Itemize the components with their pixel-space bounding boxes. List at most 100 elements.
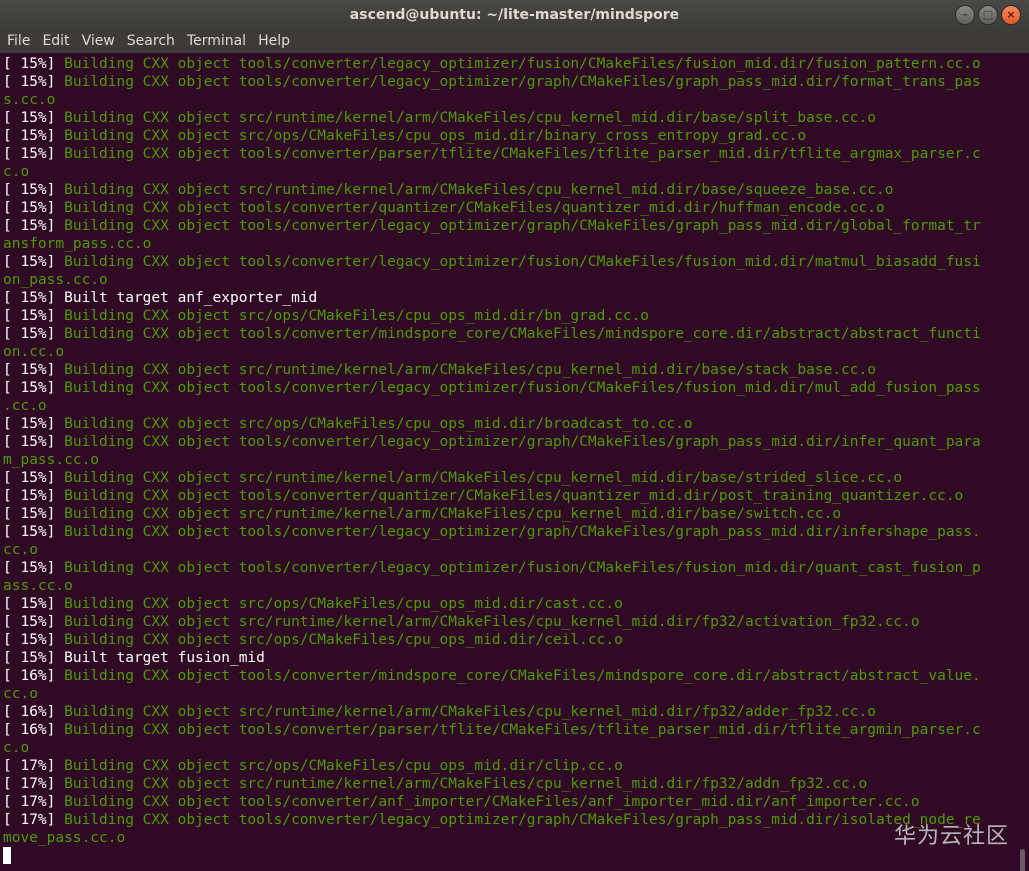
terminal-line: on_pass.cc.o: [3, 271, 1017, 289]
terminal-line: [ 16%] Building CXX object src/runtime/k…: [3, 703, 1017, 721]
terminal-line: move_pass.cc.o: [3, 829, 1017, 847]
terminal-line: [ 15%] Building CXX object src/ops/CMake…: [3, 595, 1017, 613]
minimize-button[interactable]: –: [955, 5, 975, 25]
progress-percent: [ 15%]: [3, 560, 65, 576]
progress-percent: [ 15%]: [3, 380, 65, 396]
line-text: Building CXX object src/runtime/kernel/a…: [64, 776, 868, 792]
terminal-line: [ 15%] Building CXX object src/runtime/k…: [3, 469, 1017, 487]
menu-view[interactable]: View: [75, 30, 120, 53]
terminal-line: [ 15%] Building CXX object tools/convert…: [3, 217, 1017, 235]
progress-percent: [ 15%]: [3, 614, 65, 630]
line-text: Building CXX object src/runtime/kernel/a…: [64, 182, 894, 198]
terminal-line: c.o: [3, 739, 1017, 757]
line-text: Built target anf_exporter_mid: [64, 290, 318, 306]
line-text: Building CXX object src/runtime/kernel/a…: [64, 110, 876, 126]
terminal-line: c.o: [3, 163, 1017, 181]
line-text: Building CXX object tools/converter/lega…: [64, 524, 981, 540]
line-text: move_pass.cc.o: [3, 830, 126, 846]
progress-percent: [ 15%]: [3, 56, 65, 72]
terminal-line: [ 15%] Building CXX object tools/convert…: [3, 379, 1017, 397]
progress-percent: [ 16%]: [3, 704, 65, 720]
close-button[interactable]: ×: [1001, 5, 1021, 25]
progress-percent: [ 15%]: [3, 488, 65, 504]
line-text: .cc.o: [3, 398, 47, 414]
progress-percent: [ 15%]: [3, 74, 65, 90]
text-cursor: [3, 847, 11, 864]
scrollbar[interactable]: [1014, 55, 1029, 871]
terminal-line: [ 15%] Building CXX object src/ops/CMake…: [3, 307, 1017, 325]
progress-percent: [ 15%]: [3, 434, 65, 450]
line-text: ass.cc.o: [3, 578, 73, 594]
terminal-output[interactable]: [ 15%] Building CXX object tools/convert…: [0, 55, 1017, 871]
line-text: Building CXX object src/runtime/kernel/a…: [64, 470, 903, 486]
line-text: Building CXX object tools/converter/lega…: [64, 218, 981, 234]
menu-search[interactable]: Search: [120, 30, 180, 53]
terminal-line: [ 15%] Building CXX object tools/convert…: [3, 199, 1017, 217]
progress-percent: [ 17%]: [3, 794, 65, 810]
terminal-line: [ 15%] Building CXX object src/ops/CMake…: [3, 127, 1017, 145]
terminal-line: [ 17%] Building CXX object src/runtime/k…: [3, 775, 1017, 793]
line-text: Building CXX object src/ops/CMakeFiles/c…: [64, 632, 623, 648]
line-text: Building CXX object src/ops/CMakeFiles/c…: [64, 758, 623, 774]
line-text: ansform_pass.cc.o: [3, 236, 152, 252]
progress-percent: [ 15%]: [3, 182, 65, 198]
menu-terminal[interactable]: Terminal: [180, 30, 251, 53]
line-text: Building CXX object tools/converter/lega…: [64, 380, 981, 396]
window-title: ascend@ubuntu: ~/lite-master/mindspore: [349, 7, 680, 23]
line-text: Building CXX object tools/converter/mind…: [64, 668, 981, 684]
line-text: cc.o: [3, 686, 38, 702]
terminal-line: [ 15%] Building CXX object tools/convert…: [3, 487, 1017, 505]
progress-percent: [ 15%]: [3, 632, 65, 648]
line-text: on_pass.cc.o: [3, 272, 108, 288]
progress-percent: [ 15%]: [3, 308, 65, 324]
progress-percent: [ 15%]: [3, 524, 65, 540]
line-text: c.o: [3, 740, 30, 756]
progress-percent: [ 17%]: [3, 812, 65, 828]
line-text: Building CXX object tools/converter/pars…: [64, 722, 981, 738]
line-text: Building CXX object tools/converter/lega…: [64, 812, 981, 828]
terminal-line: [ 16%] Building CXX object tools/convert…: [3, 667, 1017, 685]
line-text: on.cc.o: [3, 344, 65, 360]
line-text: m_pass.cc.o: [3, 452, 100, 468]
line-text: Building CXX object src/ops/CMakeFiles/c…: [64, 416, 693, 432]
terminal-line: cc.o: [3, 541, 1017, 559]
terminal-line: [ 15%] Building CXX object src/runtime/k…: [3, 109, 1017, 127]
progress-percent: [ 15%]: [3, 110, 65, 126]
line-text: Built target fusion_mid: [64, 650, 265, 666]
terminal-line: [ 15%] Building CXX object tools/convert…: [3, 559, 1017, 577]
line-text: Building CXX object src/ops/CMakeFiles/c…: [64, 596, 623, 612]
progress-percent: [ 16%]: [3, 722, 65, 738]
progress-percent: [ 15%]: [3, 506, 65, 522]
terminal-line: [ 15%] Building CXX object src/runtime/k…: [3, 613, 1017, 631]
progress-percent: [ 17%]: [3, 758, 65, 774]
progress-percent: [ 15%]: [3, 218, 65, 234]
menu-file[interactable]: File: [0, 30, 35, 53]
terminal-line: [ 15%] Built target fusion_mid: [3, 649, 1017, 667]
terminal-line: [ 15%] Building CXX object src/runtime/k…: [3, 181, 1017, 199]
title-bar[interactable]: ascend@ubuntu: ~/lite-master/mindspore –…: [0, 0, 1029, 30]
progress-percent: [ 15%]: [3, 290, 65, 306]
progress-percent: [ 15%]: [3, 254, 65, 270]
maximize-button[interactable]: □: [978, 5, 998, 25]
terminal-line: ass.cc.o: [3, 577, 1017, 595]
terminal-line: [ 17%] Building CXX object tools/convert…: [3, 811, 1017, 829]
menu-help[interactable]: Help: [251, 30, 295, 53]
terminal-line: cc.o: [3, 685, 1017, 703]
menu-edit[interactable]: Edit: [35, 30, 74, 53]
line-text: Building CXX object tools/converter/lega…: [64, 254, 981, 270]
terminal-line: [ 15%] Building CXX object tools/convert…: [3, 433, 1017, 451]
progress-percent: [ 15%]: [3, 362, 65, 378]
terminal-line: [ 15%] Building CXX object src/ops/CMake…: [3, 415, 1017, 433]
progress-percent: [ 15%]: [3, 650, 65, 666]
line-text: Building CXX object tools/converter/quan…: [64, 488, 964, 504]
line-text: Building CXX object src/runtime/kernel/a…: [64, 506, 842, 522]
terminal-line: .cc.o: [3, 397, 1017, 415]
terminal-line: [ 15%] Building CXX object tools/convert…: [3, 73, 1017, 91]
prompt-line[interactable]: [3, 847, 1017, 865]
terminal-line: [ 15%] Building CXX object src/runtime/k…: [3, 505, 1017, 523]
progress-percent: [ 15%]: [3, 146, 65, 162]
terminal-line: [ 15%] Building CXX object tools/convert…: [3, 145, 1017, 163]
terminal-line: on.cc.o: [3, 343, 1017, 361]
scrollbar-thumb[interactable]: [1020, 849, 1025, 871]
terminal-line: [ 15%] Building CXX object src/runtime/k…: [3, 361, 1017, 379]
